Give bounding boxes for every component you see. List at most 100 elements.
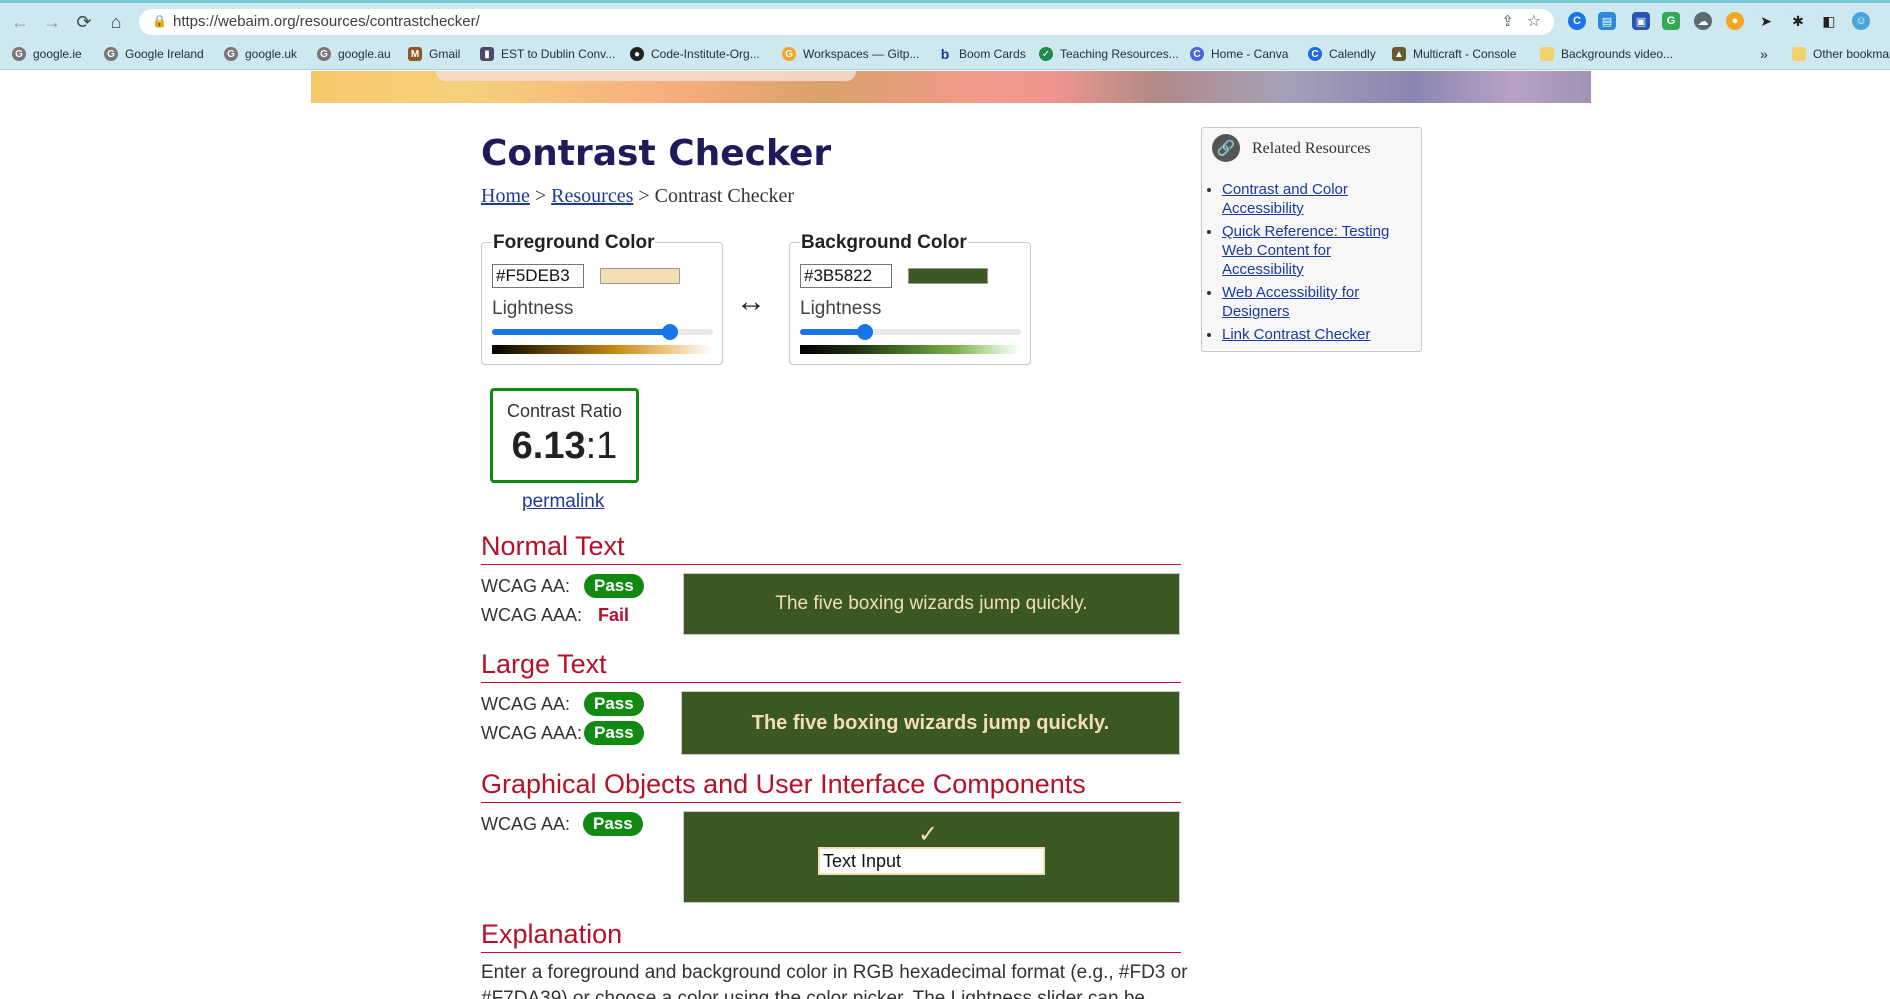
gmail-icon: M xyxy=(408,47,422,61)
background-color-panel: Background Color Lightness xyxy=(789,232,1031,365)
share-icon[interactable]: ⇪ xyxy=(1501,12,1514,30)
foreground-legend: Foreground Color xyxy=(492,232,656,254)
background-hex-input[interactable] xyxy=(800,264,892,288)
bookmarks-overflow-chevron[interactable]: » xyxy=(1760,43,1768,65)
sample-text-input[interactable] xyxy=(818,847,1045,875)
contrast-ratio-value: 6.13:1 xyxy=(511,425,618,467)
search-pill xyxy=(436,71,856,81)
extension-cloud-icon[interactable]: ☁ xyxy=(1694,12,1712,30)
gitpod-icon: G xyxy=(782,47,796,61)
bookmark-teaching-resources[interactable]: ✓ Teaching Resources... xyxy=(1039,43,1179,65)
bookmark-gmail[interactable]: M Gmail xyxy=(408,43,460,65)
normal-text-sample: The five boxing wizards jump quickly. xyxy=(683,573,1180,635)
related-link-contrast-color[interactable]: Contrast and Color Accessibility xyxy=(1222,181,1348,217)
related-item: Quick Reference: Testing Web Content for… xyxy=(1222,222,1412,279)
graphical-aa-label: WCAG AA: xyxy=(481,814,571,834)
calendar-icon: ▮ xyxy=(480,47,494,61)
normal-text-heading: Normal Text xyxy=(481,531,1181,565)
bookmark-google-uk[interactable]: Ggoogle.uk xyxy=(224,43,297,65)
forward-icon[interactable]: → xyxy=(40,10,64,34)
background-lightness-label: Lightness xyxy=(800,298,882,319)
swap-colors-icon[interactable]: ↔ xyxy=(736,285,766,319)
foreground-lightness-slider[interactable] xyxy=(492,324,713,340)
bookmark-backgrounds[interactable]: Backgrounds video... xyxy=(1540,43,1673,65)
extensions-puzzle-icon[interactable]: ✱ xyxy=(1789,12,1807,30)
bookmark-est-dublin[interactable]: ▮ EST to Dublin Conv... xyxy=(480,43,615,65)
breadcrumb-home-link[interactable]: Home xyxy=(481,185,530,207)
bookmark-multicraft[interactable]: ▲ Multicraft - Console xyxy=(1392,43,1516,65)
bookmark-google-ireland[interactable]: G Google Ireland xyxy=(104,43,204,65)
reload-icon[interactable]: ⟳ xyxy=(72,10,96,34)
background-color-picker[interactable] xyxy=(908,268,988,284)
bookmark-calendly[interactable]: C Calendly xyxy=(1308,43,1376,65)
foreground-color-panel: Foreground Color Lightness xyxy=(481,232,723,365)
normal-aaa-label: WCAG AAA: xyxy=(481,605,583,625)
related-item: Contrast and Color Accessibility xyxy=(1222,180,1412,218)
foreground-slider-fill xyxy=(492,329,670,335)
contrast-ratio-label: Contrast Ratio xyxy=(506,401,623,421)
tpt-icon: ✓ xyxy=(1039,47,1053,61)
related-link-link-contrast[interactable]: Link Contrast Checker xyxy=(1222,326,1370,343)
bookmarks-bar: Ggoogle.ie G Google Ireland Ggoogle.uk Gg… xyxy=(0,38,1890,70)
breadcrumb: Home > Resources > Contrast Checker xyxy=(481,185,795,207)
graphical-aa-pass-badge: Pass xyxy=(583,812,643,836)
normal-aa-pass-badge: Pass xyxy=(584,574,644,598)
bookmark-star-icon[interactable]: ☆ xyxy=(1527,11,1541,31)
large-text-heading: Large Text xyxy=(481,649,1181,683)
extension-c-icon[interactable]: C xyxy=(1568,12,1586,30)
background-slider-fill xyxy=(800,329,865,335)
related-resources-title: Related Resources xyxy=(1252,140,1371,157)
page-title: Contrast Checker xyxy=(481,133,832,174)
extension-window-icon[interactable]: ▤ xyxy=(1598,12,1616,30)
boom-cards-icon: b xyxy=(938,46,952,62)
main-content: Contrast Checker Home > Resources > Cont… xyxy=(311,103,1591,999)
large-aaa-label: WCAG AAA: xyxy=(481,723,583,743)
large-aaa-pass-badge: Pass xyxy=(584,721,644,745)
multicraft-icon: ▲ xyxy=(1392,47,1406,61)
background-legend: Background Color xyxy=(800,232,968,254)
other-bookmarks-folder[interactable]: Other bookmarks xyxy=(1792,43,1890,65)
bookmark-google-ie[interactable]: Ggoogle.ie xyxy=(12,43,82,65)
google-icon: G xyxy=(104,47,118,61)
extension-orange-icon[interactable]: ● xyxy=(1726,12,1744,30)
url-text[interactable]: https://webaim.org/resources/contrastche… xyxy=(173,13,480,30)
foreground-lightness-gradient xyxy=(492,345,713,354)
permalink-link[interactable]: permalink xyxy=(522,491,604,513)
extension-cursor-icon[interactable]: ➤ xyxy=(1757,12,1775,30)
profile-avatar[interactable]: ☺ xyxy=(1852,12,1870,30)
normal-aaa-fail-badge: Fail xyxy=(598,605,630,625)
bookmark-canva[interactable]: C Home - Canva xyxy=(1190,43,1288,65)
related-item: Web Accessibility for Designers xyxy=(1222,283,1412,321)
calendly-icon: C xyxy=(1308,47,1322,61)
background-slider-thumb[interactable] xyxy=(857,324,873,340)
folder-icon xyxy=(1792,47,1806,61)
address-bar[interactable]: 🔒 https://webaim.org/resources/contrastc… xyxy=(139,9,1554,35)
large-aa-pass-badge: Pass xyxy=(584,692,644,716)
bookmark-gitpod[interactable]: G Workspaces — Gitp... xyxy=(782,43,919,65)
foreground-slider-thumb[interactable] xyxy=(662,324,678,340)
side-panel-icon[interactable]: ◧ xyxy=(1820,12,1838,30)
explanation-heading: Explanation xyxy=(481,919,1181,953)
breadcrumb-current: Contrast Checker xyxy=(654,185,795,207)
background-lightness-slider[interactable] xyxy=(800,324,1021,340)
back-icon[interactable]: ← xyxy=(8,10,32,34)
canva-icon: C xyxy=(1190,47,1204,61)
home-icon[interactable]: ⌂ xyxy=(104,10,128,34)
related-resources-panel: 🔗 Related Resources Contrast and Color A… xyxy=(1201,127,1422,352)
extension-image-icon[interactable]: ▣ xyxy=(1632,12,1650,30)
related-link-quick-reference[interactable]: Quick Reference: Testing Web Content for… xyxy=(1222,223,1389,278)
folder-icon xyxy=(1540,47,1554,61)
related-link-designers[interactable]: Web Accessibility for Designers xyxy=(1222,284,1359,320)
lock-icon: 🔒 xyxy=(152,14,167,28)
normal-aa-label: WCAG AA: xyxy=(481,576,571,596)
large-aa-label: WCAG AA: xyxy=(481,694,571,714)
google-icon: G xyxy=(12,47,26,61)
link-icon: 🔗 xyxy=(1212,134,1240,162)
foreground-hex-input[interactable] xyxy=(492,264,584,288)
extension-grammar-icon[interactable]: G xyxy=(1662,12,1680,30)
bookmark-google-au[interactable]: Ggoogle.au xyxy=(317,43,391,65)
breadcrumb-resources-link[interactable]: Resources xyxy=(551,185,633,207)
bookmark-code-institute[interactable]: ● Code-Institute-Org... xyxy=(630,43,760,65)
bookmark-boom-cards[interactable]: b Boom Cards xyxy=(938,43,1026,65)
foreground-color-picker[interactable] xyxy=(600,268,680,284)
